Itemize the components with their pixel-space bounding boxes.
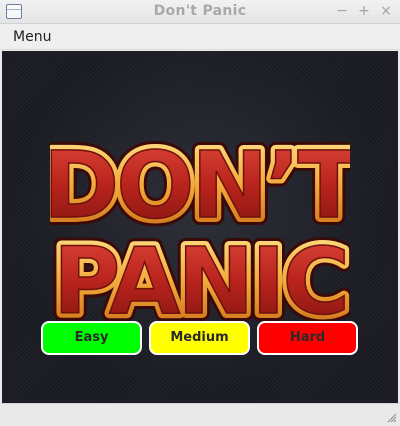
medium-button[interactable]: Medium [149, 321, 250, 355]
easy-button[interactable]: Easy [41, 321, 142, 355]
hard-button[interactable]: Hard [257, 321, 358, 355]
resize-grip-icon[interactable] [387, 413, 397, 423]
menu-bar: Menu [0, 24, 400, 50]
close-icon[interactable]: × [378, 3, 394, 19]
status-bar [0, 403, 400, 426]
difficulty-selector: Easy Medium Hard [41, 321, 359, 355]
title-bar[interactable]: Don't Panic − + × [0, 0, 400, 24]
game-canvas: DON’T DON’T DON’T PANIC PANIC PANIC Easy… [2, 51, 398, 403]
logo-line2-text: PANIC [53, 228, 347, 335]
dont-panic-logo: DON’T DON’T DON’T PANIC PANIC PANIC [50, 109, 350, 341]
menu-item-menu[interactable]: Menu [13, 29, 51, 45]
app-window: Don't Panic − + × Menu DON’T DON’T DON’T… [0, 0, 400, 426]
minimize-icon[interactable]: − [334, 3, 350, 19]
logo-line1-text: DON’T [50, 132, 350, 239]
maximize-icon[interactable]: + [356, 3, 372, 19]
